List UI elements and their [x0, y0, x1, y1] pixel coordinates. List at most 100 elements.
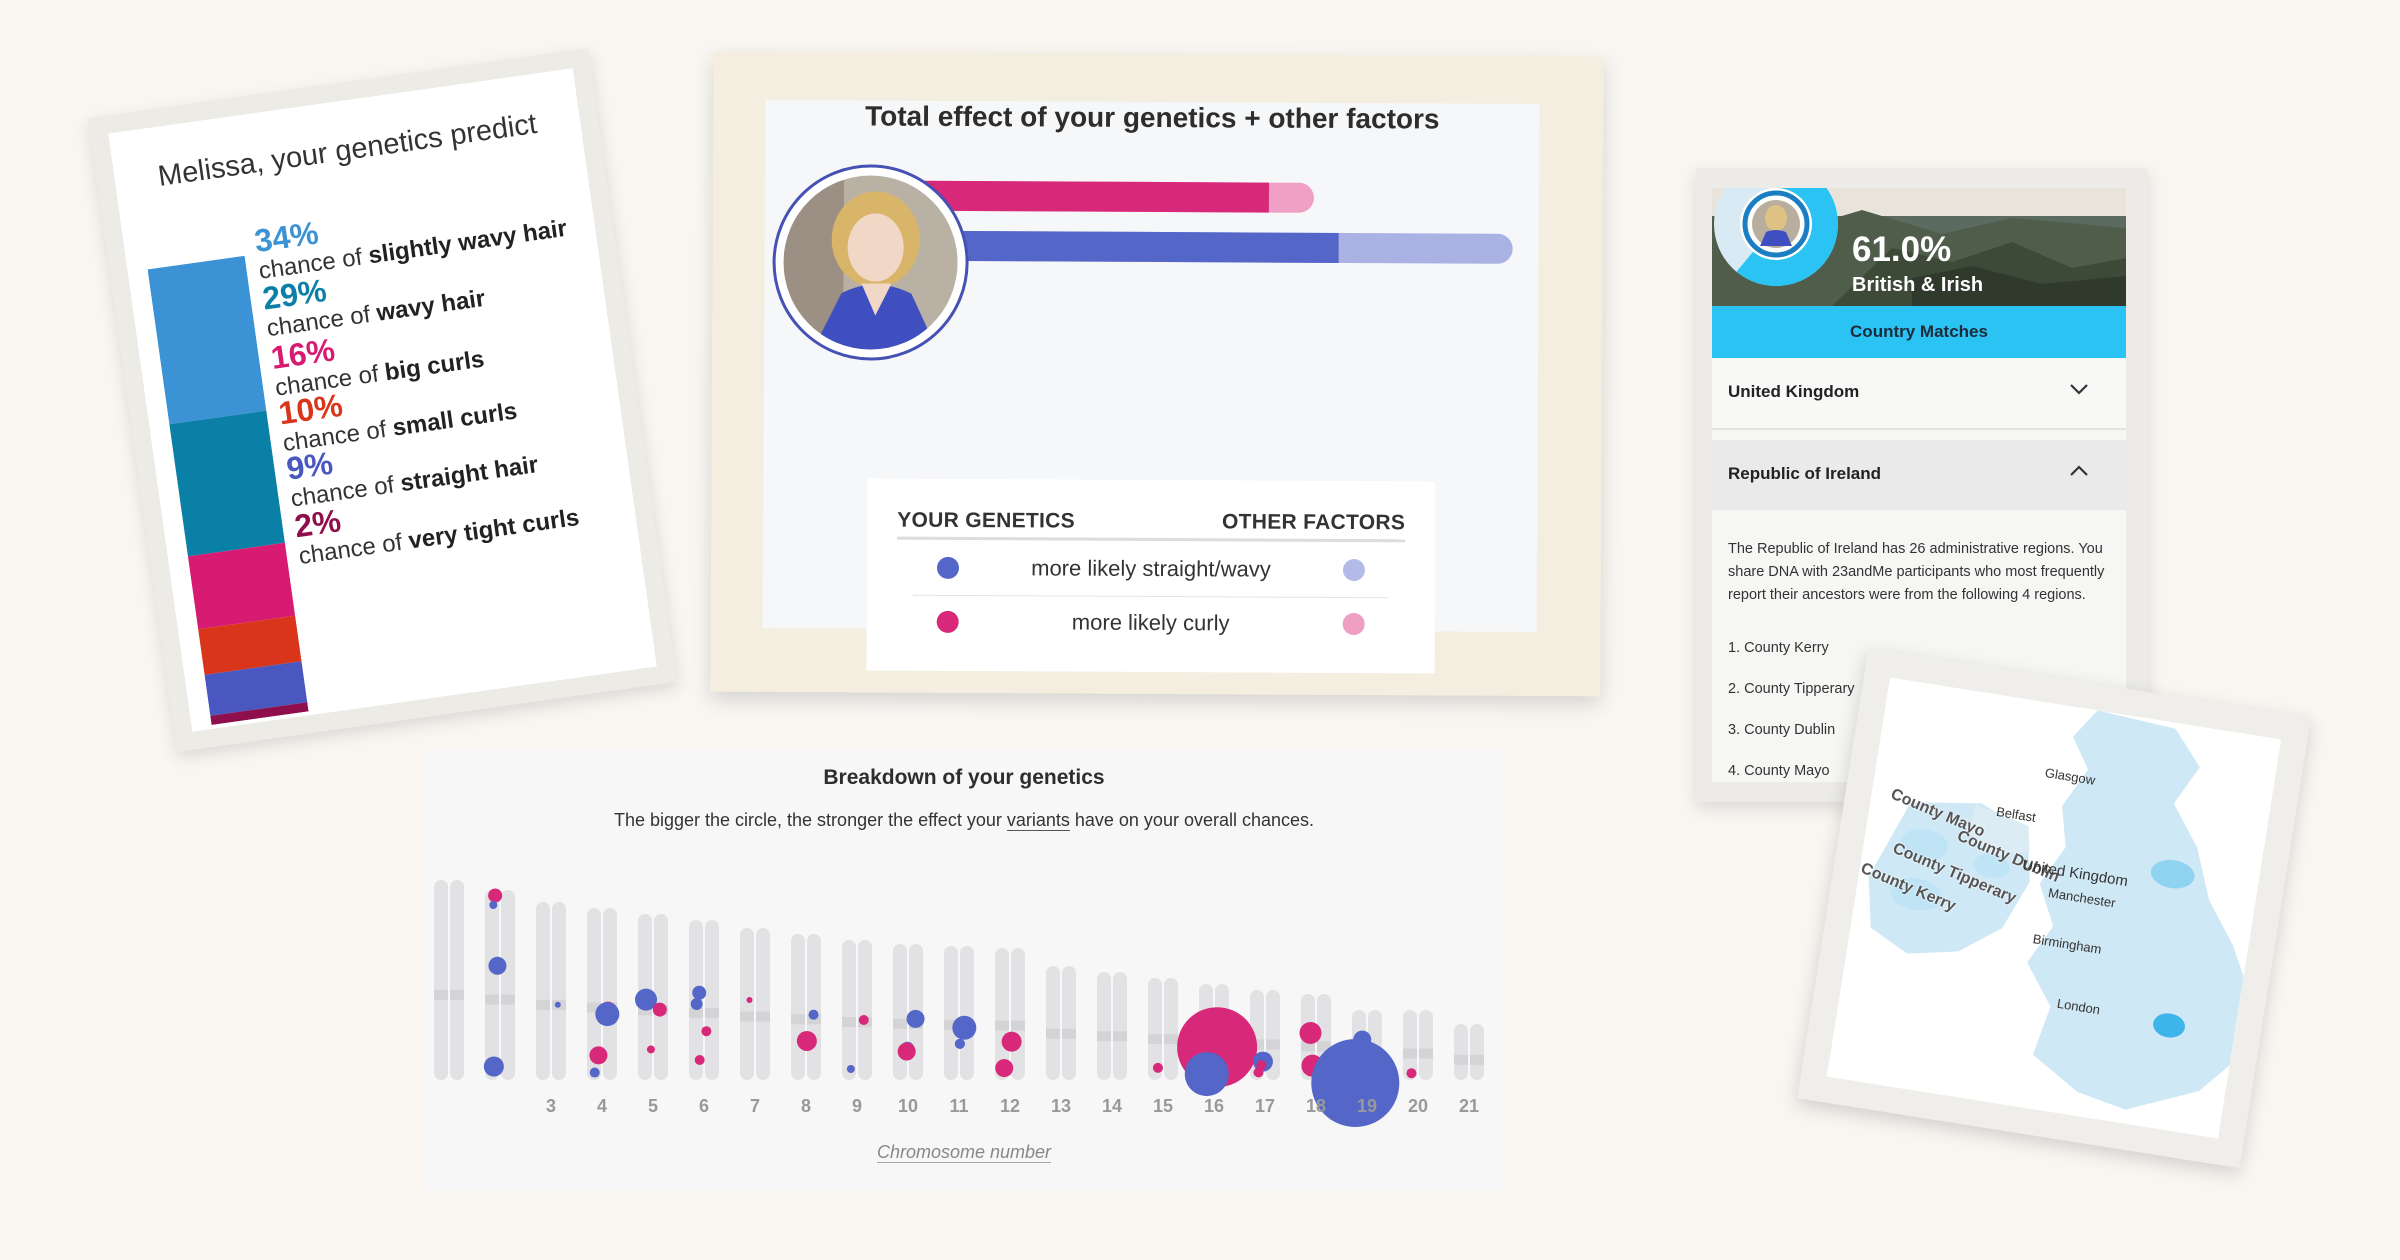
variant-circle-curly[interactable] [1253, 1067, 1264, 1078]
variant-circle-straight[interactable] [589, 1067, 600, 1078]
variant-circle-straight[interactable] [952, 1015, 977, 1040]
ancestry-header: 61.0% British & Irish [1712, 188, 2126, 306]
variant-circle-straight[interactable] [954, 1038, 965, 1049]
variant-circle-straight[interactable] [808, 1009, 819, 1020]
variant-circle-curly[interactable] [1152, 1062, 1163, 1073]
variants-link[interactable]: variants [1006, 810, 1070, 831]
variant-circle-straight[interactable] [846, 1065, 855, 1073]
chromosome-band [536, 999, 550, 1010]
chromosome-label: 10 [898, 1096, 918, 1116]
chromosome-band [485, 994, 499, 1005]
variant-circle-curly[interactable] [488, 888, 503, 903]
hair-bar-segment-2 [187, 542, 296, 630]
chromosome-bar [1062, 966, 1076, 1080]
chromosome-label: 4 [597, 1096, 607, 1116]
chromosome-bar [842, 940, 856, 1080]
region-item-mayo: 4. County Mayo [1728, 763, 1830, 779]
country-matches-tab[interactable]: Country Matches [1712, 306, 2126, 358]
chromosome-band [1046, 1028, 1060, 1039]
legend-row-straight: more likely straight/wavy [913, 543, 1389, 595]
legend-row-curly: more likely curly [913, 597, 1389, 649]
legend-dot-other-curly [1342, 612, 1365, 636]
variant-circle-curly[interactable] [858, 1015, 869, 1025]
legend-dot-other-straight [1342, 558, 1366, 582]
variant-circle-curly[interactable] [701, 1026, 712, 1037]
chromosome-bar [434, 880, 448, 1080]
chromosome-band [1011, 1020, 1025, 1031]
chromosome-bar [501, 890, 515, 1080]
variant-circle-curly[interactable] [995, 1059, 1014, 1078]
region-item-tipperary: 2. County Tipperary [1728, 681, 1855, 697]
chromosome-band [501, 994, 515, 1005]
variant-circle-straight[interactable] [554, 1001, 561, 1008]
chromosome-bar [756, 928, 770, 1080]
accordion-republic-of-ireland[interactable]: Republic of Ireland [1712, 440, 2126, 510]
variant-circle-straight[interactable] [595, 1002, 620, 1027]
variant-circle-straight[interactable] [690, 998, 703, 1010]
chromosome-band [893, 1018, 907, 1029]
chromosome-band [1062, 1028, 1076, 1039]
chromosome-bar [807, 934, 821, 1080]
variant-circle-straight[interactable] [1184, 1052, 1229, 1097]
chromosome-bar [1113, 972, 1127, 1080]
chromosome-band [1454, 1054, 1468, 1065]
variant-circle-curly[interactable] [1299, 1022, 1322, 1044]
variant-circle-curly[interactable] [589, 1046, 608, 1065]
variant-circle-curly[interactable] [1406, 1068, 1417, 1079]
variant-circle-straight[interactable] [906, 1009, 925, 1028]
variant-circle-curly[interactable] [897, 1042, 916, 1061]
hair-prediction-title: Melissa, your genetics predict [156, 108, 539, 193]
variant-circle-straight[interactable] [488, 956, 507, 975]
chromosome-bar [740, 928, 754, 1080]
chromosome-band [1403, 1048, 1417, 1059]
ancestry-percent: 61.0% [1852, 230, 1952, 269]
chromosome-axis-label-text: Chromosome number [876, 1142, 1052, 1163]
chromosome-bar [536, 902, 550, 1080]
map-panel: Glasgow Belfast County Mayo County Dubli… [1826, 677, 2282, 1139]
chromosome-label: 17 [1255, 1096, 1275, 1116]
chromosome-band [756, 1011, 770, 1022]
region-item-kerry: 1. County Kerry [1728, 640, 1829, 656]
variant-circle-straight[interactable] [692, 985, 707, 1000]
chromosome-band [1164, 1034, 1178, 1045]
chromosome-label: 13 [1051, 1096, 1071, 1116]
chromosome-label: 20 [1408, 1096, 1428, 1116]
subtitle-text-before: The bigger the circle, the stronger the … [613, 810, 1007, 830]
chromosome-band [1266, 1039, 1280, 1050]
legend-dot-genetics-straight [936, 556, 960, 579]
variant-circle-curly[interactable] [796, 1030, 817, 1051]
chromosome-band [705, 1008, 719, 1018]
variant-circle-curly[interactable] [646, 1045, 655, 1054]
ireland-description: The Republic of Ireland has 26 administr… [1728, 541, 2105, 603]
variant-circle-curly[interactable] [746, 997, 753, 1003]
chromosome-bar [1419, 1010, 1433, 1080]
ancestry-label: British & Irish [1852, 274, 1984, 296]
chromosome-bar [791, 934, 805, 1080]
chromosome-label: 19 [1357, 1096, 1377, 1116]
accordion-united-kingdom[interactable]: United Kingdom [1712, 358, 2126, 430]
variant-circle-straight[interactable] [489, 901, 498, 909]
hair-bar-segment-1 [169, 410, 285, 557]
chromosome-bar [858, 940, 872, 1080]
legend-table: YOUR GENETICS OTHER FACTORS more likely … [866, 478, 1436, 674]
chromosome-bar [944, 946, 958, 1080]
variant-circle-curly[interactable] [652, 1002, 667, 1017]
variant-circle-straight[interactable] [483, 1056, 504, 1077]
variant-circle-curly[interactable] [1001, 1031, 1022, 1052]
chromosome-label: 9 [852, 1096, 862, 1116]
chromosome-label: 6 [699, 1096, 709, 1116]
chevron-up-icon [2070, 465, 2088, 476]
chromosome-bar [1097, 972, 1111, 1080]
chevron-down-icon [2070, 384, 2088, 395]
chromosome-band [1097, 1031, 1111, 1042]
accordion-label-republic-of-ireland: Republic of Ireland [1728, 464, 1882, 483]
chromosome-bar [1046, 966, 1060, 1080]
variant-circle-curly[interactable] [694, 1055, 705, 1065]
chromosome-label: 8 [801, 1096, 811, 1116]
map-card: Glasgow Belfast County Mayo County Dubli… [1797, 647, 2311, 1169]
legend-label-straight: more likely straight/wavy [1031, 555, 1271, 582]
subtitle-text-after: have on your overall chances. [1069, 810, 1315, 830]
chromosome-band [791, 1014, 805, 1025]
chromosome-bar [450, 880, 464, 1080]
accordion-label-united-kingdom: United Kingdom [1728, 382, 1860, 401]
